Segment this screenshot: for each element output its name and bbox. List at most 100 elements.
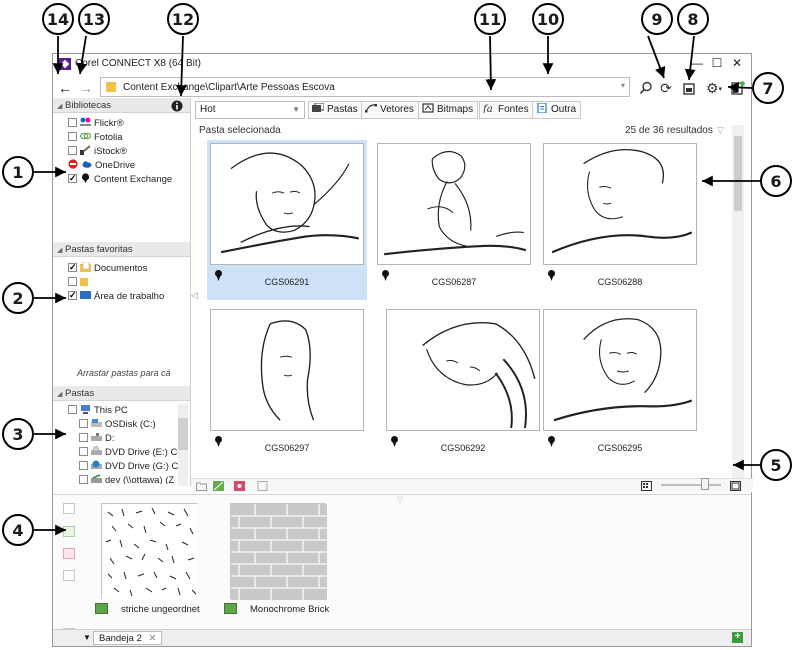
desktop-icon bbox=[80, 291, 91, 299]
info-button[interactable] bbox=[171, 98, 185, 112]
libraries-header[interactable]: ◢ Bibliotecas bbox=[53, 98, 190, 113]
tray-tab[interactable]: Bandeja 2 ✕ bbox=[93, 631, 163, 645]
callout-1: 1 bbox=[2, 156, 34, 188]
tray-toggle-button[interactable] bbox=[680, 79, 698, 97]
address-bar[interactable]: Content Exchange\Clipart\Arte Pessoas Es… bbox=[100, 77, 630, 97]
folder-checkbox[interactable] bbox=[79, 475, 88, 484]
vector-filter-icon[interactable] bbox=[213, 481, 224, 491]
folder-outline-icon[interactable] bbox=[196, 481, 207, 491]
folder-item-dev[interactable]: dev (\\ottawa) (Z bbox=[79, 474, 174, 484]
favorite-checkbox[interactable] bbox=[68, 288, 77, 302]
grid-view-icon[interactable] bbox=[641, 481, 652, 491]
library-checkbox[interactable] bbox=[68, 118, 77, 127]
library-checkbox[interactable] bbox=[68, 146, 77, 155]
thumbnail-item[interactable]: CGS06287 bbox=[374, 140, 534, 300]
library-label: OneDrive bbox=[95, 160, 136, 171]
maximize-button[interactable]: ☐ bbox=[709, 56, 725, 72]
title-bar: Corel CONNECT X8 (64 Bit) — ☐ ✕ bbox=[53, 54, 751, 74]
tray-item-label: striche ungeordnet bbox=[95, 603, 200, 615]
folders-scrollbar-thumb[interactable] bbox=[178, 418, 188, 450]
folder-item-d[interactable]: D: bbox=[79, 432, 115, 446]
library-item-onedrive[interactable]: OneDrive bbox=[68, 159, 135, 173]
thumbnail-image bbox=[386, 309, 540, 431]
thumbnail-item[interactable]: CGS06291 bbox=[207, 140, 367, 300]
library-item-istock[interactable]: iStock® bbox=[68, 145, 127, 159]
other-filter-button[interactable]: Outra bbox=[532, 101, 582, 119]
library-item-content-exchange[interactable]: Content Exchange bbox=[68, 171, 172, 187]
favorite-item-desktop[interactable]: Área de trabalho bbox=[68, 288, 165, 304]
thumbnail-label: CGS06287 bbox=[431, 277, 477, 287]
documents-folder-icon bbox=[80, 262, 91, 272]
callout-9: 9 bbox=[641, 3, 673, 35]
address-dropdown-icon[interactable]: ▾ bbox=[621, 81, 625, 90]
folder-item-this-pc[interactable]: This PC bbox=[68, 404, 128, 418]
forward-button[interactable]: → bbox=[78, 80, 94, 96]
fonts-filter-button[interactable]: fa Fontes bbox=[479, 101, 534, 119]
bitmaps-filter-button[interactable]: Bitmaps bbox=[418, 101, 479, 119]
zoom-slider-track[interactable] bbox=[661, 484, 721, 486]
favorite-checkbox[interactable] bbox=[68, 260, 77, 274]
folders-header[interactable]: ◢ Pastas bbox=[53, 386, 190, 401]
library-checkbox[interactable] bbox=[68, 132, 77, 141]
chevron-down-icon: ▼ bbox=[292, 105, 300, 114]
tray-folder-icon[interactable] bbox=[63, 503, 75, 514]
callout-2: 2 bbox=[2, 282, 34, 314]
filter-dropdown[interactable]: Hot ▼ bbox=[195, 101, 305, 119]
settings-button[interactable]: ⚙▾ bbox=[701, 79, 727, 97]
favorites-header[interactable]: ◢ Pastas favoritas bbox=[53, 242, 190, 257]
folder-label: This PC bbox=[94, 405, 128, 416]
folder-checkbox[interactable] bbox=[79, 419, 88, 428]
tray-bitmap-icon[interactable] bbox=[63, 548, 75, 559]
folder-checkbox[interactable] bbox=[79, 433, 88, 442]
library-item-fotolia[interactable]: Fotolia bbox=[68, 131, 123, 145]
folder-checkbox[interactable] bbox=[79, 447, 88, 456]
folder-checkbox[interactable] bbox=[68, 405, 77, 414]
content-scrollbar-thumb[interactable] bbox=[734, 136, 742, 211]
refresh-button[interactable]: ⟳ bbox=[657, 79, 675, 97]
brick-pattern-image bbox=[231, 504, 327, 600]
folder-item-dvd-e[interactable]: DVD Drive (E:) CC bbox=[79, 446, 184, 460]
tray-collapse-icon[interactable]: ▽ bbox=[397, 495, 403, 504]
vector-icon bbox=[365, 104, 377, 113]
document-outline-icon[interactable] bbox=[257, 481, 268, 491]
tray-item-thumbnail[interactable] bbox=[230, 503, 327, 600]
library-label: iStock® bbox=[94, 146, 127, 157]
collapse-pane-icon[interactable]: ◁ bbox=[191, 290, 198, 301]
panel-toggle-button[interactable] bbox=[729, 79, 747, 97]
callout-6: 6 bbox=[760, 165, 792, 197]
search-button[interactable] bbox=[637, 79, 655, 97]
back-button[interactable]: ← bbox=[57, 80, 73, 96]
thumbnail-item[interactable]: CGS06288 bbox=[540, 140, 700, 300]
library-item-flickr[interactable]: Flickr® bbox=[68, 117, 124, 131]
folder-item-osdisk[interactable]: OSDisk (C:) bbox=[79, 418, 156, 432]
add-tray-button[interactable]: + bbox=[732, 632, 743, 643]
dvd-drive-icon bbox=[91, 446, 102, 455]
folder-checkbox[interactable] bbox=[79, 461, 88, 470]
minimize-button[interactable]: — bbox=[689, 56, 705, 72]
large-view-icon[interactable] bbox=[730, 481, 741, 491]
corel-connect-window: Corel CONNECT X8 (64 Bit) — ☐ ✕ ← → Cont… bbox=[52, 53, 753, 647]
folders-filter-button[interactable]: Pastas bbox=[308, 101, 363, 119]
font-icon: fa bbox=[483, 104, 493, 113]
favorite-item-documentos[interactable]: Documentos bbox=[68, 260, 147, 276]
tray-item-thumbnail[interactable] bbox=[101, 503, 198, 600]
close-button[interactable]: ✕ bbox=[729, 56, 745, 72]
other-filter-label: Outra bbox=[551, 104, 577, 115]
tray-tab-close-icon[interactable]: ✕ bbox=[148, 633, 156, 644]
thumbnail-item[interactable]: CGS06297 bbox=[207, 306, 367, 466]
tray-menu-chevron-icon[interactable]: ▼ bbox=[83, 633, 91, 642]
folders-header-label: Pastas bbox=[65, 388, 95, 399]
favorite-label: Área de trabalho bbox=[94, 291, 165, 302]
bitmap-filter-icon[interactable] bbox=[234, 481, 245, 491]
thumbnail-item[interactable]: CGS06292 bbox=[383, 306, 543, 466]
zoom-slider-thumb[interactable] bbox=[701, 478, 709, 490]
tray-document-icon[interactable] bbox=[63, 570, 75, 581]
favorite-checkbox[interactable] bbox=[68, 277, 77, 286]
folder-item-dvd-g[interactable]: DVD Drive (G:) Cl bbox=[79, 460, 180, 474]
pane-divider[interactable] bbox=[190, 98, 191, 486]
vectors-filter-button[interactable]: Vetores bbox=[361, 101, 419, 119]
library-checkbox[interactable] bbox=[68, 171, 77, 185]
thumbnail-item[interactable]: CGS06295 bbox=[540, 306, 700, 466]
tray-vector-icon[interactable] bbox=[63, 526, 75, 537]
results-dropdown-icon[interactable]: ▽ bbox=[717, 125, 724, 136]
